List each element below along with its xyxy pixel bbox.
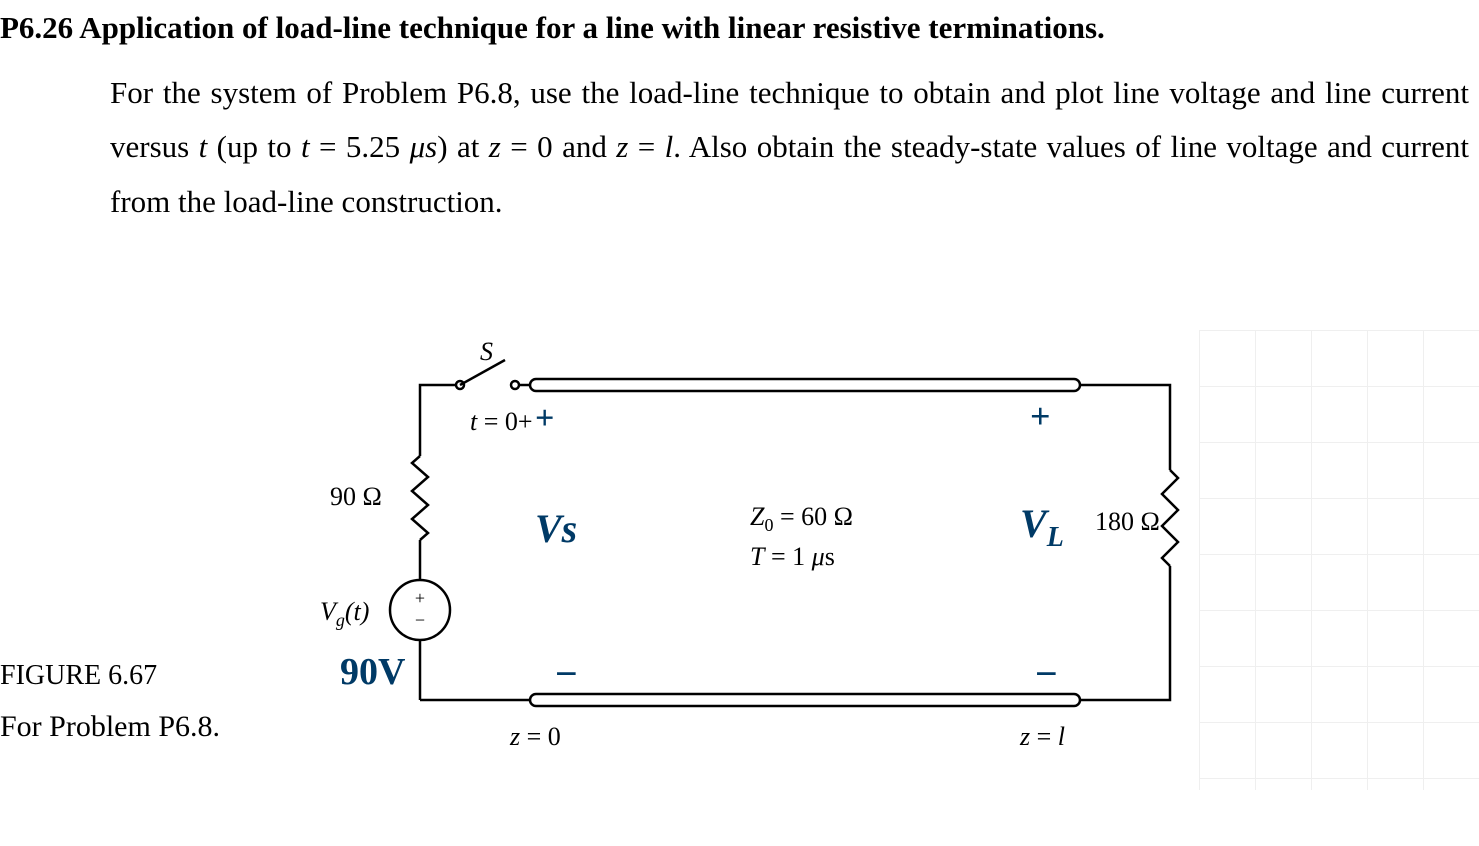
source-resistor-label: 90 Ω — [330, 482, 382, 511]
body-var-t2: t — [301, 129, 310, 164]
figure-subcaption: For Problem P6.8. — [0, 710, 220, 744]
body-var-t1: t — [199, 129, 208, 164]
problem-number: P6.26 — [0, 10, 73, 45]
switch-time: t = 0+ — [470, 407, 533, 436]
annotation-minus-left: − — [555, 650, 578, 697]
body-text-4: = 5.25 — [310, 129, 410, 164]
body-var-z2: z — [616, 129, 628, 164]
body-var-l: l — [665, 129, 674, 164]
annotation-vs: Vs — [535, 505, 577, 552]
body-text-8: = 0 and — [501, 129, 616, 164]
annotation-plus-right: + — [1030, 395, 1051, 437]
problem-body: For the system of Problem P6.8, use the … — [0, 66, 1479, 229]
annotation-minus-right: − — [1035, 650, 1058, 697]
line-delay-label: T = 1 μs — [750, 542, 835, 571]
annotation-vg-value: 90V — [340, 650, 405, 694]
problem-heading: P6.26 Application of load-line technique… — [0, 10, 1479, 46]
body-unit-us: μs — [410, 129, 438, 164]
body-text-10: = — [628, 129, 664, 164]
problem-title: Application of load-line technique for a… — [79, 10, 1105, 45]
circuit-diagram: + − S t = 0+ 90 Ω Vg(t) Z0 = 60 Ω T = 1 … — [300, 330, 1200, 790]
figure-caption: FIGURE 6.67 — [0, 660, 157, 692]
load-resistor-label: 180 Ω — [1095, 507, 1160, 536]
annotation-vl: VL — [1020, 500, 1064, 554]
z-start-label: z = 0 — [509, 722, 561, 751]
body-var-z1: z — [489, 129, 501, 164]
line-impedance-label: Z0 = 60 Ω — [750, 502, 853, 535]
body-text-6: ) at — [437, 129, 489, 164]
annotation-plus-left: + — [535, 400, 554, 438]
switch-label: S — [480, 337, 493, 366]
body-text-2: (up to — [207, 129, 301, 164]
source-voltage-label: Vg(t) — [320, 597, 369, 630]
z-end-label: z = l — [1019, 722, 1065, 751]
svg-text:+: + — [415, 588, 425, 608]
grid-background — [1199, 330, 1479, 790]
svg-text:−: − — [415, 610, 425, 630]
figure-area: FIGURE 6.67 For Problem P6.8. — [0, 330, 1479, 790]
